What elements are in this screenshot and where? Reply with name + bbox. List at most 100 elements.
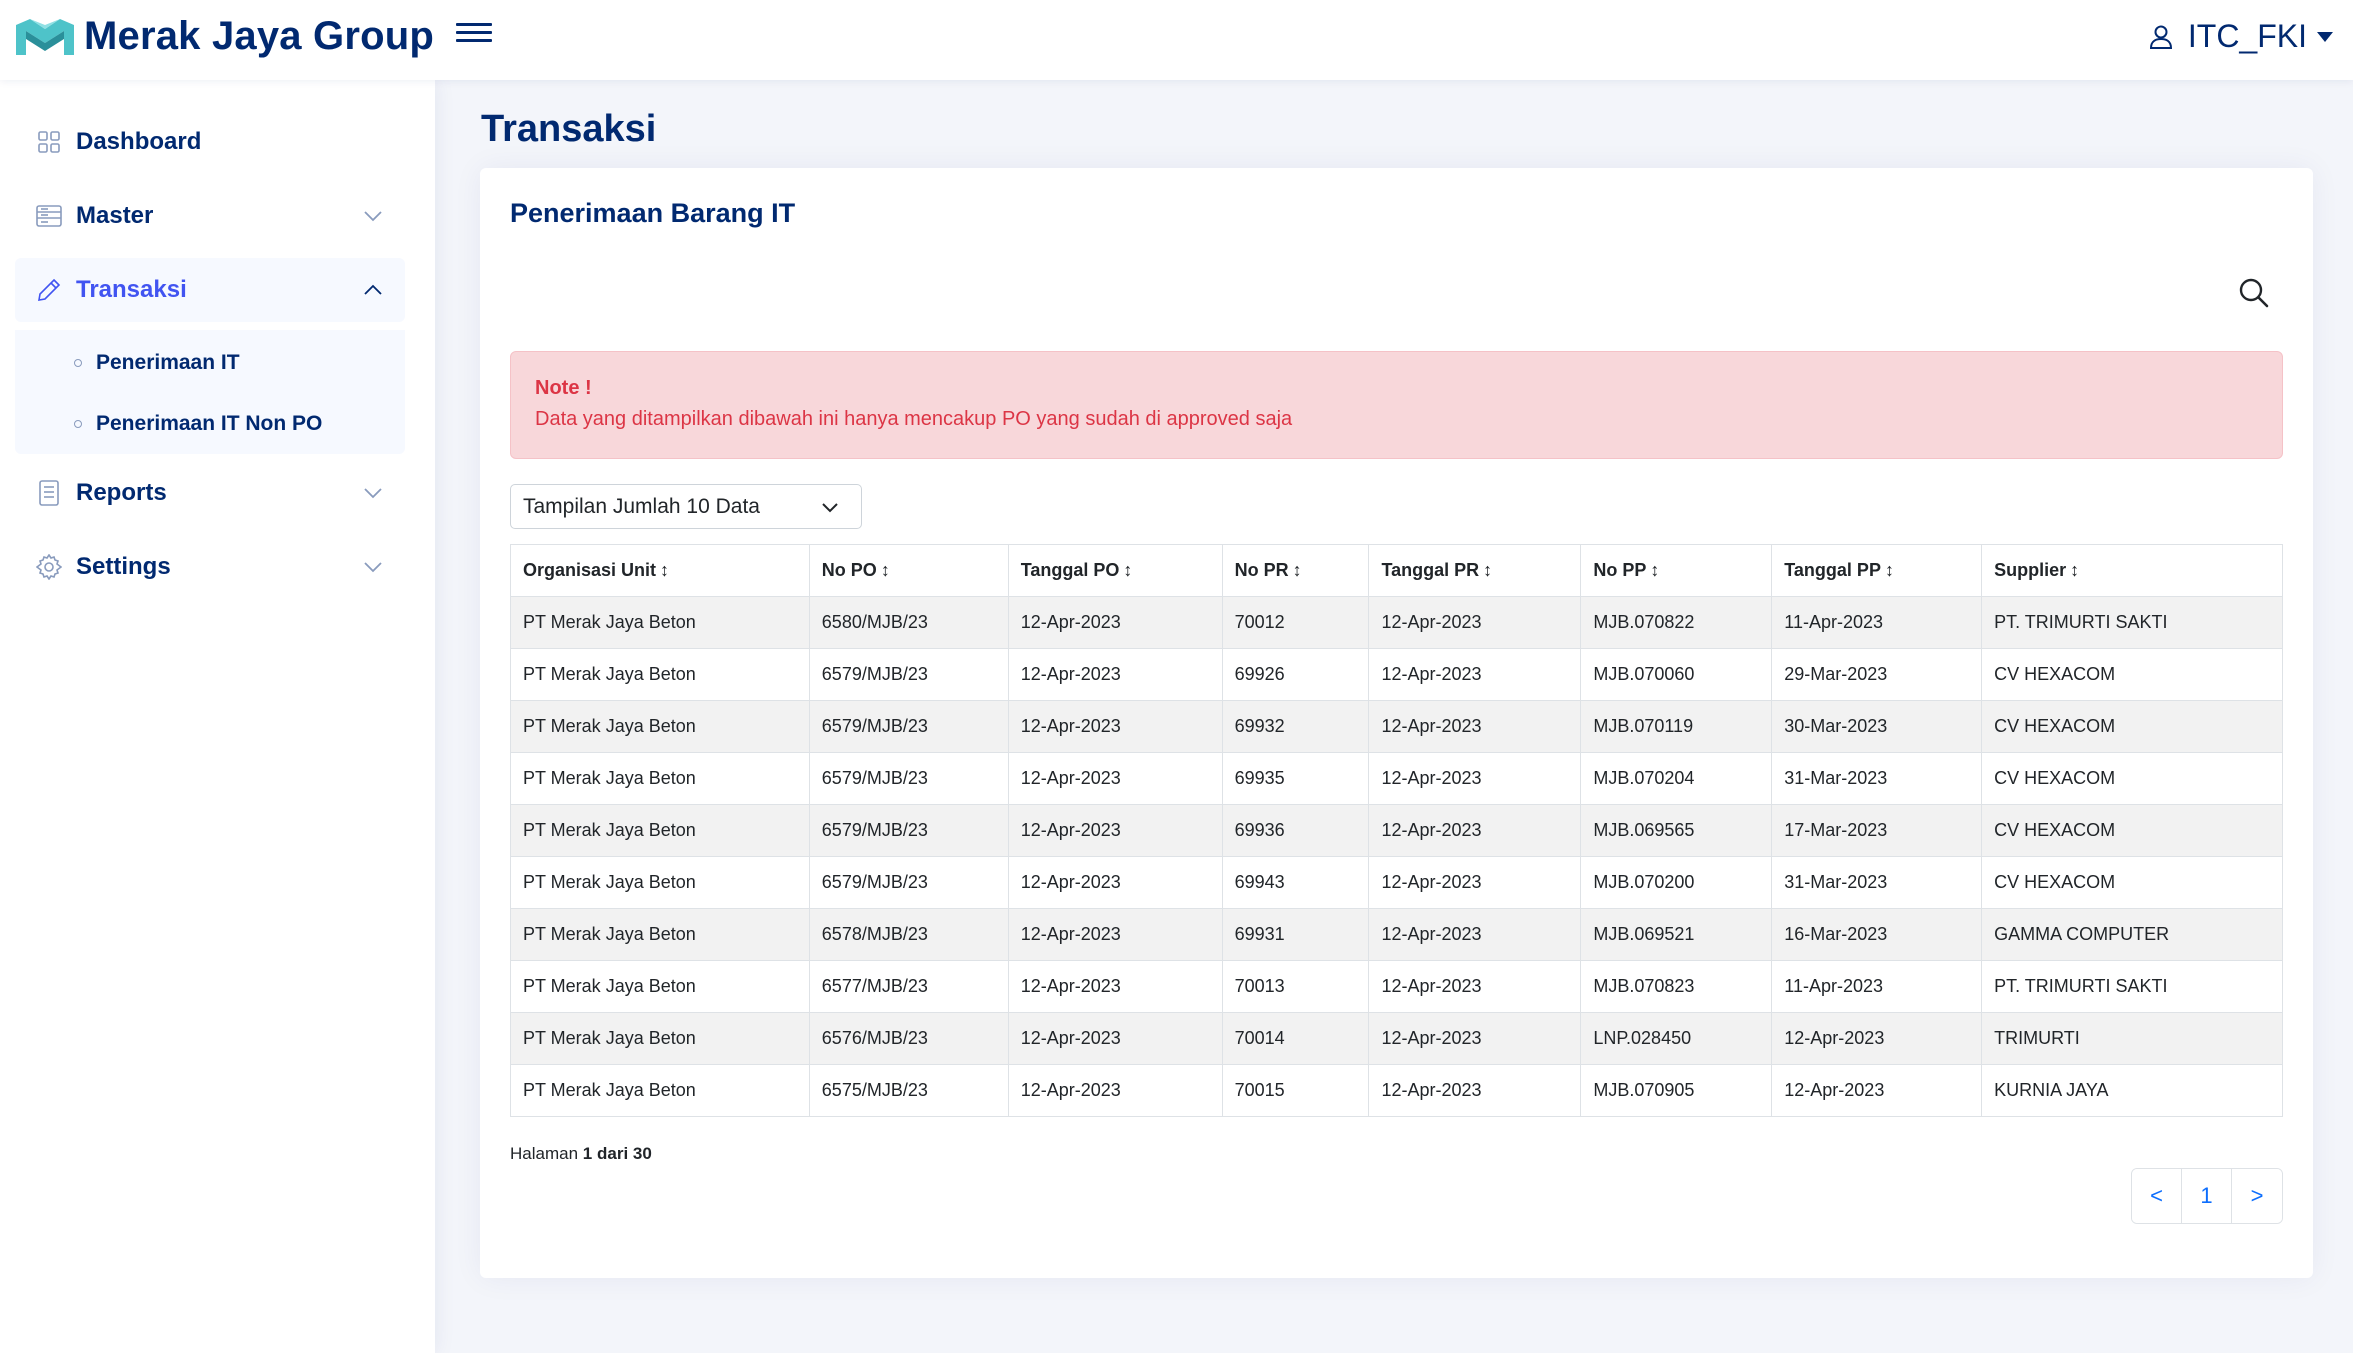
submenu-item-penerimaan-it-non-po[interactable]: Penerimaan IT Non PO xyxy=(15,399,405,449)
table-cell: 12-Apr-2023 xyxy=(1007,856,1223,909)
table-cell: 12-Apr-2023 xyxy=(1368,908,1582,961)
table-cell: PT Merak Jaya Beton xyxy=(510,960,810,1013)
table-cell: CV HEXACOM xyxy=(1981,804,2283,857)
user-menu[interactable]: ITC_FKI xyxy=(2148,18,2333,55)
sidebar-item-reports[interactable]: Reports xyxy=(15,461,405,525)
column-header-label: Tanggal PR xyxy=(1381,560,1480,580)
column-header[interactable]: Tanggal PP ↕ xyxy=(1771,544,1983,597)
page-button[interactable]: 1 xyxy=(2182,1169,2232,1223)
table-row[interactable]: PT Merak Jaya Beton 6579/MJB/23 12-Apr-202… xyxy=(510,856,2283,909)
table-cell: 6580/MJB/23 xyxy=(808,596,1009,649)
sidebar-item-settings[interactable]: Settings xyxy=(15,535,405,599)
sidebar-item-master[interactable]: Master xyxy=(15,184,405,248)
table-cell: MJB.070119 xyxy=(1580,700,1773,753)
column-header[interactable]: Tanggal PO ↕ xyxy=(1007,544,1223,597)
table-cell: MJB.069565 xyxy=(1580,804,1773,857)
sidebar-item-label: Transaksi xyxy=(76,276,187,303)
table-cell: 12-Apr-2023 xyxy=(1368,960,1582,1013)
sidebar-item-dashboard[interactable]: Dashboard xyxy=(15,110,405,174)
prev-page-button[interactable]: < xyxy=(2132,1169,2182,1223)
table-cell: 6579/MJB/23 xyxy=(808,648,1009,701)
table-cell: CV HEXACOM xyxy=(1981,856,2283,909)
table-cell: 12-Apr-2023 xyxy=(1368,1012,1582,1065)
submenu-item-label: Penerimaan IT xyxy=(96,351,240,374)
table-row[interactable]: PT Merak Jaya Beton 6580/MJB/23 12-Apr-202… xyxy=(510,596,2283,649)
table-cell: 11-Apr-2023 xyxy=(1771,596,1983,649)
note-alert: Note ! Data yang ditampilkan dibawah ini… xyxy=(510,351,2283,459)
sort-icon[interactable]: ↕ xyxy=(660,560,669,581)
sidebar-item-label: Settings xyxy=(76,553,171,580)
sidebar-item-label: Master xyxy=(76,202,154,229)
table-cell: 12-Apr-2023 xyxy=(1368,596,1582,649)
brand-logo[interactable]: Merak Jaya Group xyxy=(14,14,434,59)
table-cell: MJB.070200 xyxy=(1580,856,1773,909)
sort-icon[interactable]: ↕ xyxy=(1650,560,1659,581)
table-cell: 12-Apr-2023 xyxy=(1368,1064,1582,1117)
table-row[interactable]: PT Merak Jaya Beton 6579/MJB/23 12-Apr-202… xyxy=(510,700,2283,753)
search-icon[interactable] xyxy=(2237,276,2271,310)
table-cell: MJB.070204 xyxy=(1580,752,1773,805)
column-header[interactable]: No PP ↕ xyxy=(1580,544,1773,597)
column-header-label: No PP xyxy=(1593,560,1647,580)
table-cell: 30-Mar-2023 xyxy=(1771,700,1983,753)
table-cell: CV HEXACOM xyxy=(1981,700,2283,753)
table-row[interactable]: PT Merak Jaya Beton 6579/MJB/23 12-Apr-202… xyxy=(510,804,2283,857)
table-row[interactable]: PT Merak Jaya Beton 6579/MJB/23 12-Apr-202… xyxy=(510,648,2283,701)
table-cell: MJB.069521 xyxy=(1580,908,1773,961)
pagination: < 1 > xyxy=(2131,1168,2283,1224)
table-row[interactable]: PT Merak Jaya Beton 6577/MJB/23 12-Apr-202… xyxy=(510,960,2283,1013)
layout-icon xyxy=(35,202,63,230)
page-title: Transaksi xyxy=(481,108,657,150)
table-cell: 6579/MJB/23 xyxy=(808,752,1009,805)
table-row[interactable]: PT Merak Jaya Beton 6576/MJB/23 12-Apr-202… xyxy=(510,1012,2283,1065)
table-cell: 12-Apr-2023 xyxy=(1007,648,1223,701)
table-row[interactable]: PT Merak Jaya Beton 6579/MJB/23 12-Apr-202… xyxy=(510,752,2283,805)
table-row[interactable]: PT Merak Jaya Beton 6578/MJB/23 12-Apr-202… xyxy=(510,908,2283,961)
next-page-button[interactable]: > xyxy=(2232,1169,2282,1223)
table-cell: 69943 xyxy=(1221,856,1370,909)
table-cell: PT Merak Jaya Beton xyxy=(510,1012,810,1065)
sort-icon[interactable]: ↕ xyxy=(881,560,890,581)
table-cell: TRIMURTI xyxy=(1981,1012,2283,1065)
submenu-item-penerimaan-it[interactable]: Penerimaan IT xyxy=(15,338,405,388)
sidebar-item-label: Dashboard xyxy=(76,128,202,155)
page-size-select[interactable]: Tampilan Jumlah 10 Data xyxy=(510,484,862,529)
table-cell: PT Merak Jaya Beton xyxy=(510,908,810,961)
column-header[interactable]: Tanggal PR ↕ xyxy=(1368,544,1582,597)
sort-icon[interactable]: ↕ xyxy=(1885,560,1894,581)
table-cell: 69932 xyxy=(1221,700,1370,753)
table-cell: 69935 xyxy=(1221,752,1370,805)
sort-icon[interactable]: ↕ xyxy=(1293,560,1302,581)
column-header[interactable]: Supplier ↕ xyxy=(1981,544,2283,597)
grid-icon xyxy=(35,128,63,156)
sort-icon[interactable]: ↕ xyxy=(1483,560,1492,581)
table-cell: 70012 xyxy=(1221,596,1370,649)
table-cell: 70014 xyxy=(1221,1012,1370,1065)
chevron-up-icon xyxy=(364,284,382,295)
sort-icon[interactable]: ↕ xyxy=(1123,560,1132,581)
table-cell: 17-Mar-2023 xyxy=(1771,804,1983,857)
column-header[interactable]: Organisasi Unit ↕ xyxy=(510,544,810,597)
column-header[interactable]: No PO ↕ xyxy=(808,544,1009,597)
table-cell: 12-Apr-2023 xyxy=(1007,960,1223,1013)
table-cell: 6576/MJB/23 xyxy=(808,1012,1009,1065)
table-cell: 29-Mar-2023 xyxy=(1771,648,1983,701)
transaksi-submenu: Penerimaan IT Penerimaan IT Non PO xyxy=(15,330,405,454)
sort-icon[interactable]: ↕ xyxy=(2070,560,2079,581)
table-cell: 12-Apr-2023 xyxy=(1007,752,1223,805)
submenu-item-label: Penerimaan IT Non PO xyxy=(96,412,323,435)
table-row[interactable]: PT Merak Jaya Beton 6575/MJB/23 12-Apr-202… xyxy=(510,1064,2283,1117)
column-header-label: Tanggal PP xyxy=(1784,560,1881,580)
table-cell: PT Merak Jaya Beton xyxy=(510,752,810,805)
column-header[interactable]: No PR ↕ xyxy=(1221,544,1370,597)
table-cell: 70015 xyxy=(1221,1064,1370,1117)
table-cell: PT Merak Jaya Beton xyxy=(510,804,810,857)
sidebar-item-transaksi[interactable]: Transaksi xyxy=(15,258,405,322)
user-name: ITC_FKI xyxy=(2187,18,2307,54)
table-cell: MJB.070822 xyxy=(1580,596,1773,649)
content-card: Penerimaan Barang IT Note ! Data yang di… xyxy=(480,168,2313,1278)
table-cell: 12-Apr-2023 xyxy=(1007,804,1223,857)
pencil-icon xyxy=(35,276,63,304)
menu-toggle-icon[interactable] xyxy=(456,18,492,50)
sidebar: Dashboard Master Transaksi Penerimaan IT… xyxy=(0,80,435,1353)
